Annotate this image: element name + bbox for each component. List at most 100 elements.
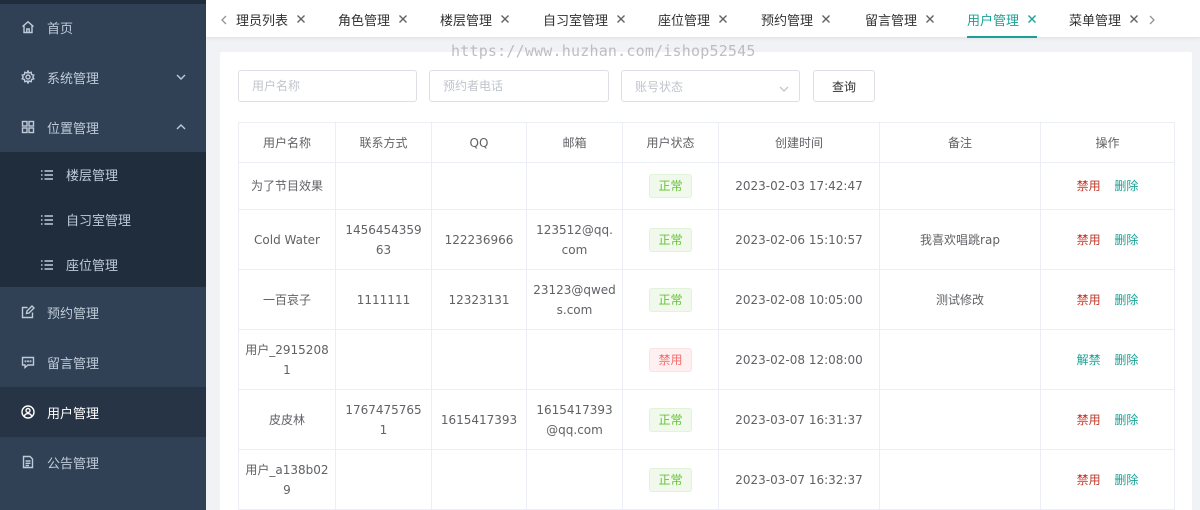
disable-button[interactable]: 禁用 xyxy=(1077,230,1101,250)
close-icon[interactable] xyxy=(616,14,626,24)
cell-email xyxy=(526,329,623,390)
column-header: 用户状态 xyxy=(622,122,719,163)
cell-qq: 122236966 xyxy=(431,209,527,270)
cell-phone xyxy=(335,162,432,210)
tabs-bar: 理员列表 角色管理 楼层管理 自习室管理 座位管理 预约管理 留言管理 用户管理… xyxy=(206,0,1200,38)
user-icon xyxy=(21,405,35,419)
sidebar-subitem-floor[interactable]: 楼层管理 xyxy=(0,152,206,197)
table-row: 用户_29152081 禁用 2023-02-08 12:08:00 解禁 删除 xyxy=(238,329,1175,390)
tab-users[interactable]: 用户管理 xyxy=(967,0,1038,38)
cell-phone xyxy=(335,329,432,390)
cell-remark xyxy=(879,162,1041,210)
cell-qq xyxy=(431,162,527,210)
disable-button[interactable]: 禁用 xyxy=(1077,176,1101,196)
tab-studyroom[interactable]: 自习室管理 xyxy=(543,0,626,38)
sidebar-item-system[interactable]: 系统管理 xyxy=(0,52,206,102)
cell-actions: 禁用 删除 xyxy=(1040,389,1175,450)
column-header: 操作 xyxy=(1040,122,1175,163)
sidebar-item-label: 公告管理 xyxy=(47,456,100,472)
sidebar-item-reservation[interactable]: 预约管理 xyxy=(0,287,206,337)
close-icon[interactable] xyxy=(1027,14,1037,24)
cell-phone: 17674757651 xyxy=(335,389,432,450)
chevron-down-icon xyxy=(176,71,186,81)
cell-qq: 1615417393 xyxy=(431,389,527,450)
delete-button[interactable]: 删除 xyxy=(1114,470,1138,490)
sidebar-item-location[interactable]: 位置管理 xyxy=(0,102,206,152)
sidebar-item-label: 首页 xyxy=(47,21,74,37)
sidebar-item-notice[interactable]: 公告管理 xyxy=(0,437,206,487)
grid-icon xyxy=(21,120,35,134)
cell-status: 正常 xyxy=(622,389,719,450)
status-select[interactable]: 账号状态 xyxy=(621,70,800,102)
sidebar-item-home[interactable]: 首页 xyxy=(0,2,206,52)
status-badge: 正常 xyxy=(649,407,692,432)
delete-button[interactable]: 删除 xyxy=(1114,176,1138,196)
close-icon[interactable] xyxy=(1129,14,1139,24)
home-icon xyxy=(21,20,35,34)
cell-actions: 禁用 删除 xyxy=(1040,209,1175,270)
disable-button[interactable]: 禁用 xyxy=(1077,290,1101,310)
enable-button[interactable]: 解禁 xyxy=(1077,350,1101,370)
disable-button[interactable]: 禁用 xyxy=(1077,410,1101,430)
delete-button[interactable]: 删除 xyxy=(1114,230,1138,250)
cell-phone: 1111111 xyxy=(335,269,432,330)
tab-message[interactable]: 留言管理 xyxy=(865,0,935,38)
delete-button[interactable]: 删除 xyxy=(1114,350,1138,370)
cell-qq xyxy=(431,449,527,510)
username-input[interactable] xyxy=(252,79,416,93)
table-row: 用户_a138b029 正常 2023-03-07 16:32:37 禁用 删除 xyxy=(238,449,1175,510)
tab-seat[interactable]: 座位管理 xyxy=(658,0,728,38)
cell-remark xyxy=(879,389,1041,450)
username-input-wrapper xyxy=(238,70,417,102)
sidebar-subitem-studyroom[interactable]: 自习室管理 xyxy=(0,197,206,242)
table-row: 皮皮林 17674757651 1615417393 1615417393@qq… xyxy=(238,389,1175,450)
sidebar-item-users[interactable]: 用户管理 xyxy=(0,387,206,437)
cell-name: 用户_29152081 xyxy=(238,329,336,390)
tab-menu[interactable]: 菜单管理 xyxy=(1069,0,1139,38)
sidebar-subitem-label: 自习室管理 xyxy=(66,214,132,229)
cell-name: 用户_a138b029 xyxy=(238,449,336,510)
close-icon[interactable] xyxy=(296,14,306,24)
sidebar-subitem-label: 楼层管理 xyxy=(66,169,119,184)
chevron-down-icon xyxy=(779,82,789,92)
sidebar-subitem-seat[interactable]: 座位管理 xyxy=(0,242,206,287)
phone-input[interactable] xyxy=(443,79,608,93)
list-icon xyxy=(40,168,54,182)
close-icon[interactable] xyxy=(500,14,510,24)
tabs-scroll-right-icon[interactable] xyxy=(1147,12,1157,26)
query-button[interactable]: 查询 xyxy=(813,70,875,102)
close-icon[interactable] xyxy=(821,14,831,24)
edit-icon xyxy=(21,305,35,319)
close-icon[interactable] xyxy=(718,14,728,24)
tab-label: 楼层管理 xyxy=(440,13,493,29)
status-badge: 禁用 xyxy=(649,347,692,372)
watermark: https://www.huzhan.com/ishop52545 xyxy=(451,42,756,60)
sidebar-submenu-location: 楼层管理 自习室管理 座位管理 xyxy=(0,152,206,287)
tabs-scroll-left-icon[interactable] xyxy=(219,12,229,26)
sidebar-item-message[interactable]: 留言管理 xyxy=(0,337,206,387)
sidebar-item-label: 预约管理 xyxy=(47,306,100,322)
status-badge: 正常 xyxy=(649,287,692,312)
cell-qq: 12323131 xyxy=(431,269,527,330)
delete-button[interactable]: 删除 xyxy=(1114,410,1138,430)
tab-label: 用户管理 xyxy=(967,13,1020,29)
tab-floor[interactable]: 楼层管理 xyxy=(440,0,510,38)
close-icon[interactable] xyxy=(398,14,408,24)
close-icon[interactable] xyxy=(925,14,935,24)
table-row: 一百哀子 1111111 12323131 23123@qweds.com 正常… xyxy=(238,269,1175,330)
tab-label: 角色管理 xyxy=(338,13,391,29)
chevron-up-icon xyxy=(176,121,186,131)
document-icon xyxy=(21,455,35,469)
cell-qq xyxy=(431,329,527,390)
tab-admin-list[interactable]: 理员列表 xyxy=(236,0,306,38)
column-header: 邮箱 xyxy=(526,122,623,163)
cell-status: 正常 xyxy=(622,162,719,210)
tab-reservation[interactable]: 预约管理 xyxy=(761,0,831,38)
cell-phone xyxy=(335,449,432,510)
message-icon xyxy=(21,355,35,369)
disable-button[interactable]: 禁用 xyxy=(1077,470,1101,490)
delete-button[interactable]: 删除 xyxy=(1114,290,1138,310)
sidebar-item-label: 用户管理 xyxy=(47,406,100,422)
tab-role[interactable]: 角色管理 xyxy=(338,0,408,38)
cell-actions: 禁用 删除 xyxy=(1040,162,1175,210)
